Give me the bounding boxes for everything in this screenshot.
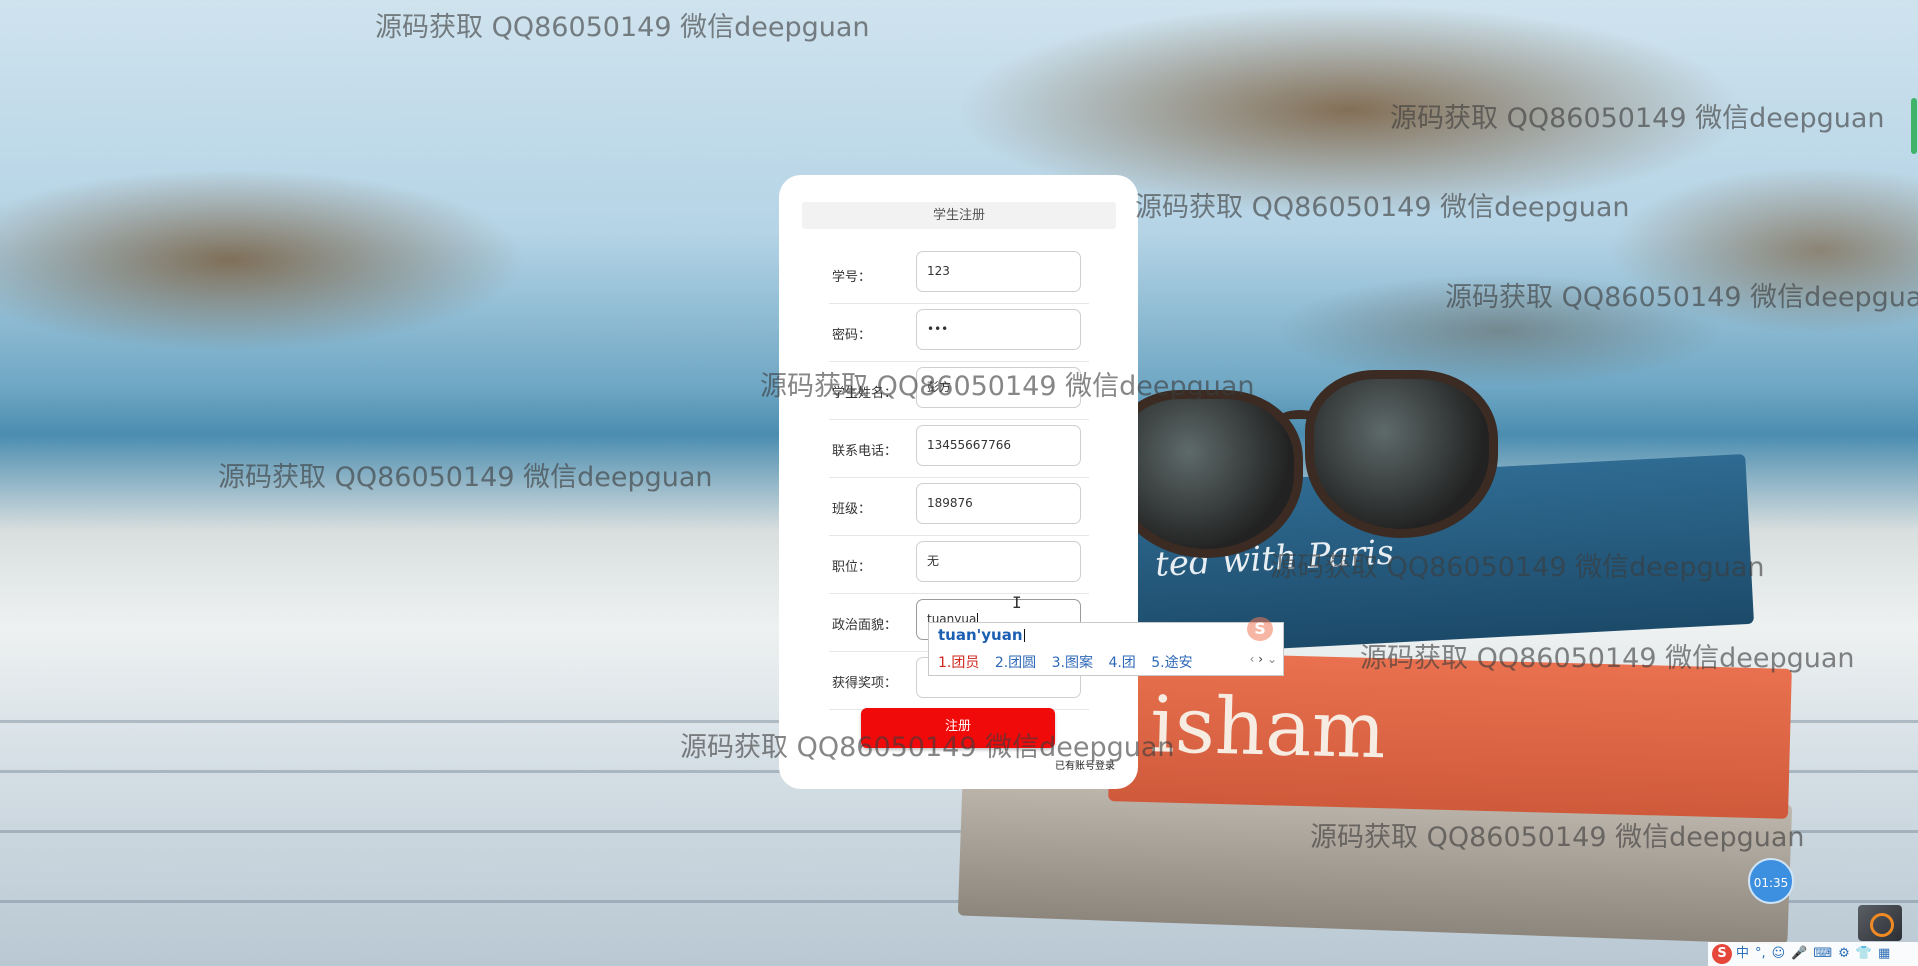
- form-row-class: 班级： 189876: [829, 479, 1089, 536]
- book-title: isham: [1148, 680, 1387, 777]
- form-row-name: 学生姓名： 彭方: [829, 363, 1089, 420]
- field-label: 学号：: [832, 270, 872, 285]
- field-label: 班级：: [832, 502, 872, 517]
- ime-candidate[interactable]: 3.图案: [1052, 655, 1093, 671]
- microphone-icon[interactable]: 🎤: [1791, 946, 1807, 961]
- app-launcher-icon[interactable]: [1858, 905, 1902, 941]
- field-label: 学生姓名：: [832, 386, 898, 401]
- punctuation-icon[interactable]: °,: [1755, 946, 1766, 961]
- toolbox-icon[interactable]: ⚙: [1838, 946, 1850, 961]
- chevron-left-icon[interactable]: ‹: [1250, 652, 1255, 666]
- register-button[interactable]: 注册: [861, 708, 1055, 748]
- ime-language-toggle[interactable]: 中: [1736, 946, 1749, 961]
- field-label: 政治面貌：: [832, 618, 898, 633]
- watermark: 源码获取 QQ86050149 微信deepguan: [1445, 282, 1918, 313]
- form-title: 学生注册: [802, 202, 1116, 229]
- keyboard-icon[interactable]: ⌨: [1813, 946, 1832, 961]
- form-row-password: 密码： •••: [829, 305, 1089, 362]
- ime-candidate-window: tuan'yuan 1.团员 2.团圆 3.图案 4.团 5.途安 ‹ › ⌄ …: [928, 617, 1284, 676]
- login-link[interactable]: 已有账号登录: [1055, 757, 1115, 772]
- scrollbar-thumb[interactable]: [1911, 98, 1917, 154]
- ime-candidate[interactable]: 4.团: [1108, 655, 1135, 671]
- sogou-logo-icon[interactable]: S: [1712, 944, 1732, 964]
- sogou-logo-icon: S: [1247, 617, 1273, 641]
- chevron-down-icon[interactable]: ⌄: [1267, 652, 1277, 666]
- background-book-red: isham: [1108, 651, 1792, 819]
- ime-caret: [1023, 629, 1025, 642]
- class-input[interactable]: 189876: [916, 483, 1081, 524]
- ime-candidate-list: 1.团员 2.团圆 3.图案 4.团 5.途安: [938, 652, 1204, 672]
- register-card: 学生注册 学号： 123 密码： ••• 学生姓名： 彭方 联系电话： 1345…: [779, 175, 1138, 789]
- student-id-input[interactable]: 123: [916, 251, 1081, 292]
- phone-input[interactable]: 13455667766: [916, 425, 1081, 466]
- position-input[interactable]: 无: [916, 541, 1081, 582]
- watermark: 源码获取 QQ86050149 微信deepguan: [1135, 192, 1630, 223]
- ime-candidate[interactable]: 5.途安: [1151, 655, 1192, 671]
- chevron-right-icon[interactable]: ›: [1258, 652, 1263, 666]
- field-label: 获得奖项：: [832, 676, 898, 691]
- ime-composition: tuan'yuan: [938, 626, 1025, 644]
- text-cursor-icon: I: [1012, 593, 1022, 612]
- background-sunglasses: [1110, 370, 1500, 560]
- field-label: 密码：: [832, 328, 872, 343]
- field-label: 联系电话：: [832, 444, 898, 459]
- emoji-icon[interactable]: ☺: [1772, 946, 1786, 961]
- sunglasses-lens: [1110, 390, 1303, 558]
- watermark: 源码获取 QQ86050149 微信deepguan: [1390, 103, 1885, 134]
- ime-candidate[interactable]: 1.团员: [938, 655, 979, 671]
- form-row-student-id: 学号： 123: [829, 247, 1089, 304]
- watermark: 源码获取 QQ86050149 微信deepguan: [218, 462, 713, 493]
- form-row-position: 职位： 无: [829, 537, 1089, 594]
- ime-composition-text: tuan'yuan: [938, 626, 1023, 644]
- grid-menu-icon[interactable]: ▦: [1878, 946, 1890, 961]
- form-row-phone: 联系电话： 13455667766: [829, 421, 1089, 478]
- password-input[interactable]: •••: [916, 309, 1081, 350]
- watermark: 源码获取 QQ86050149 微信deepguan: [375, 12, 870, 43]
- ime-toolbar: S 中 °, ☺ 🎤 ⌨ ⚙ 👕 ▦: [1708, 942, 1918, 966]
- recording-timer[interactable]: 01:35: [1748, 858, 1794, 904]
- ime-candidate[interactable]: 2.团圆: [995, 655, 1036, 671]
- field-label: 职位：: [832, 560, 872, 575]
- skin-icon[interactable]: 👕: [1856, 946, 1872, 961]
- ime-nav: ‹ › ⌄: [1250, 652, 1277, 666]
- name-input[interactable]: 彭方: [916, 367, 1081, 408]
- sunglasses-lens: [1305, 370, 1498, 538]
